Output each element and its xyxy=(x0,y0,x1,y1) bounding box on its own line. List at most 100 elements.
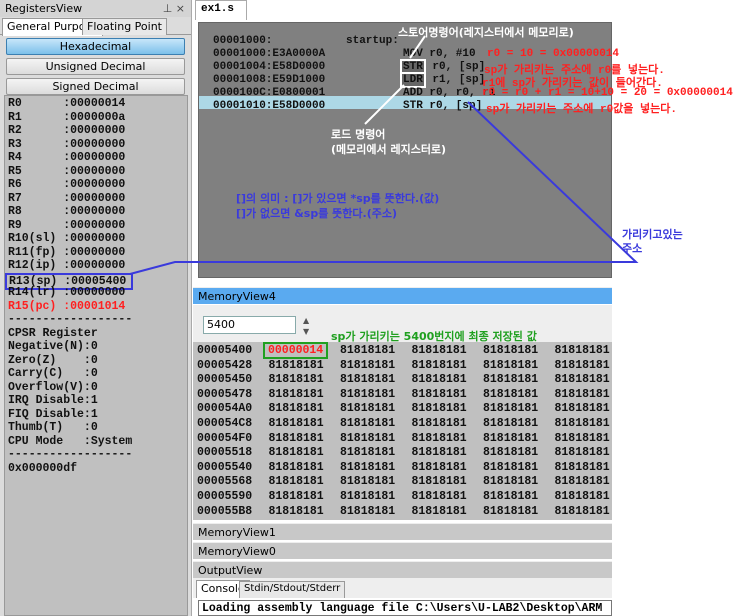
memory-cell: 81818181 xyxy=(483,504,539,518)
memory-address: 000054F0 xyxy=(197,431,253,445)
tab-stdio[interactable]: Stdin/Stdout/Stderr xyxy=(239,581,346,598)
register-row-r7: R7 :00000000 xyxy=(8,191,126,205)
flag-row: Thumb(T) :0 xyxy=(8,421,98,434)
memory-cell: 81818181 xyxy=(411,373,467,387)
memory-view0-header[interactable]: MemoryView0 xyxy=(193,542,612,559)
memory-cell: 81818181 xyxy=(411,460,467,474)
registers-view: RegistersView ⊥ × General Purpose Floatin… xyxy=(0,0,192,616)
code-instruction: LDR r1, [sp] xyxy=(400,72,485,88)
memory-cell: 81818181 xyxy=(268,417,324,430)
code-label: startup: xyxy=(346,35,399,47)
memory-cell: 81818181 xyxy=(483,402,539,416)
code-address: 00001010:E58D0000 xyxy=(213,100,326,112)
tab-floating-point[interactable]: Floating Point xyxy=(82,18,167,35)
memory-cell: 81818181 xyxy=(340,475,396,489)
memory-address: 000054C8 xyxy=(197,417,253,430)
hexadecimal-button[interactable]: Hexadecimal xyxy=(6,38,185,55)
memory-address: 00005450 xyxy=(197,373,253,387)
memory-cell: 81818181 xyxy=(411,504,467,518)
memory-cell: 81818181 xyxy=(483,358,539,372)
memory-cell: 81818181 xyxy=(411,402,467,416)
code-instruction: STR r0, [sp] xyxy=(403,100,483,112)
memory-cell: 81818181 xyxy=(411,475,467,489)
flag-row: IRQ Disable:1 xyxy=(8,394,98,407)
memory-cell: 81818181 xyxy=(411,358,467,372)
address-spinner[interactable]: ▲ ▼ xyxy=(303,315,309,337)
register-row-r9: R9 :00000000 xyxy=(8,218,126,232)
flag-row: Overflow(V):0 xyxy=(8,380,98,394)
unsigned-decimal-button[interactable]: Unsigned Decimal xyxy=(6,58,185,75)
memory-address: 000055B8 xyxy=(197,504,253,518)
memory-cell: 81818181 xyxy=(268,490,324,503)
memory-cell: 81818181 xyxy=(483,344,539,357)
memory-view4-header[interactable]: MemoryView4 xyxy=(193,287,612,304)
memory-cell: 81818181 xyxy=(554,402,610,416)
register-row-r15pc: R15(pc) :00001014 xyxy=(8,299,126,313)
flag-row: Negative(N):0 xyxy=(8,340,98,353)
register-list: R0 :00000014 R1 :0000000a R2 :00000000 R3 :… xyxy=(4,95,188,616)
memory-cell: 81818181 xyxy=(554,373,610,387)
memory-address: 00005400 xyxy=(197,344,253,357)
register-row-r2: R2 :00000000 xyxy=(8,124,126,137)
register-row-r8: R8 :00000000 xyxy=(8,205,126,218)
memory-address: 00005568 xyxy=(197,475,253,489)
memory-cell: 81818181 xyxy=(483,490,539,503)
code-comment: r0 = 10 = 0x00000014 xyxy=(487,48,620,60)
memory-cell: 81818181 xyxy=(483,373,539,387)
memory-cell: 81818181 xyxy=(554,344,610,357)
memory-cell: 81818181 xyxy=(483,387,539,401)
pin-close-icon[interactable]: ⊥ × xyxy=(163,2,185,15)
memory-cell: 81818181 xyxy=(554,504,610,518)
memory-cell: 81818181 xyxy=(340,490,396,503)
memory-address: 00005540 xyxy=(197,460,253,474)
flag-row: Carry(C) :0 xyxy=(8,367,98,380)
memory-address: 000054A0 xyxy=(197,402,253,416)
output-view-header[interactable]: OutputView xyxy=(193,561,612,578)
memory-cell: 81818181 xyxy=(483,417,539,430)
memory-cell: 81818181 xyxy=(268,475,324,489)
flag-row: FIQ Disable:1 xyxy=(8,407,98,421)
register-row-r12ip: R12(ip) :00000000 xyxy=(8,259,126,272)
memory-cell: 81818181 xyxy=(268,446,324,460)
memory-cell: 81818181 xyxy=(554,460,610,474)
memory-cell: 81818181 xyxy=(483,431,539,445)
code-address: 0000100C:E0800001 xyxy=(213,87,326,99)
register-row-r10sl: R10(sl) :00000000 xyxy=(8,232,126,245)
memory-address: 00005478 xyxy=(197,387,253,401)
store-note: 스토어명령어(레지스터에서 메모리로) xyxy=(398,26,574,39)
memory-cell: 81818181 xyxy=(268,431,324,445)
memory-cell: 81818181 xyxy=(268,402,324,416)
flag-row: CPU Mode :System xyxy=(8,434,133,448)
memory-cell: 81818181 xyxy=(554,475,610,489)
code-comment: sp가 가리키는 주소에 r0값을 넣는다. xyxy=(486,104,677,116)
memory-cell: 81818181 xyxy=(483,475,539,489)
memory-cell: 81818181 xyxy=(268,373,324,387)
memory-cell: 81818181 xyxy=(554,417,610,430)
register-row-r6: R6 :00000000 xyxy=(8,178,126,191)
memory-address: 00005428 xyxy=(197,358,253,372)
console-output: Loading assembly language file C:\Users\… xyxy=(198,600,612,616)
code-address: 00001000: xyxy=(213,35,273,47)
memory-cell: 81818181 xyxy=(554,431,610,445)
tab-ex1-s[interactable]: ex1.s xyxy=(195,0,247,20)
load-note-1: 로드 명령어 xyxy=(331,128,386,141)
memory-cell: 81818181 xyxy=(268,460,324,474)
register-row-r11fp: R11(fp) :00000000 xyxy=(8,245,126,259)
memory-cell: 81818181 xyxy=(340,417,396,430)
memory-cell: 81818181 xyxy=(411,387,467,401)
memory-cell: 81818181 xyxy=(411,431,467,445)
memory-view1-header[interactable]: MemoryView1 xyxy=(193,523,612,540)
memory-cell: 81818181 xyxy=(554,446,610,460)
memory-cell: 81818181 xyxy=(340,373,396,387)
memory-cell: 81818181 xyxy=(554,358,610,372)
memory-address-input[interactable]: 5400 xyxy=(203,316,296,334)
memory-cell: 81818181 xyxy=(340,358,396,372)
code-address: 00001008:E59D1000 xyxy=(213,74,326,86)
memory-cell: 81818181 xyxy=(268,504,324,518)
memory-cell: 81818181 xyxy=(268,358,324,372)
panel-title: RegistersView xyxy=(5,2,83,15)
memory-cell: 81818181 xyxy=(411,446,467,460)
separator: ------------------ xyxy=(8,448,133,461)
load-note-2: (메모리에서 레지스터로) xyxy=(331,143,447,156)
signed-decimal-button[interactable]: Signed Decimal xyxy=(6,78,185,95)
